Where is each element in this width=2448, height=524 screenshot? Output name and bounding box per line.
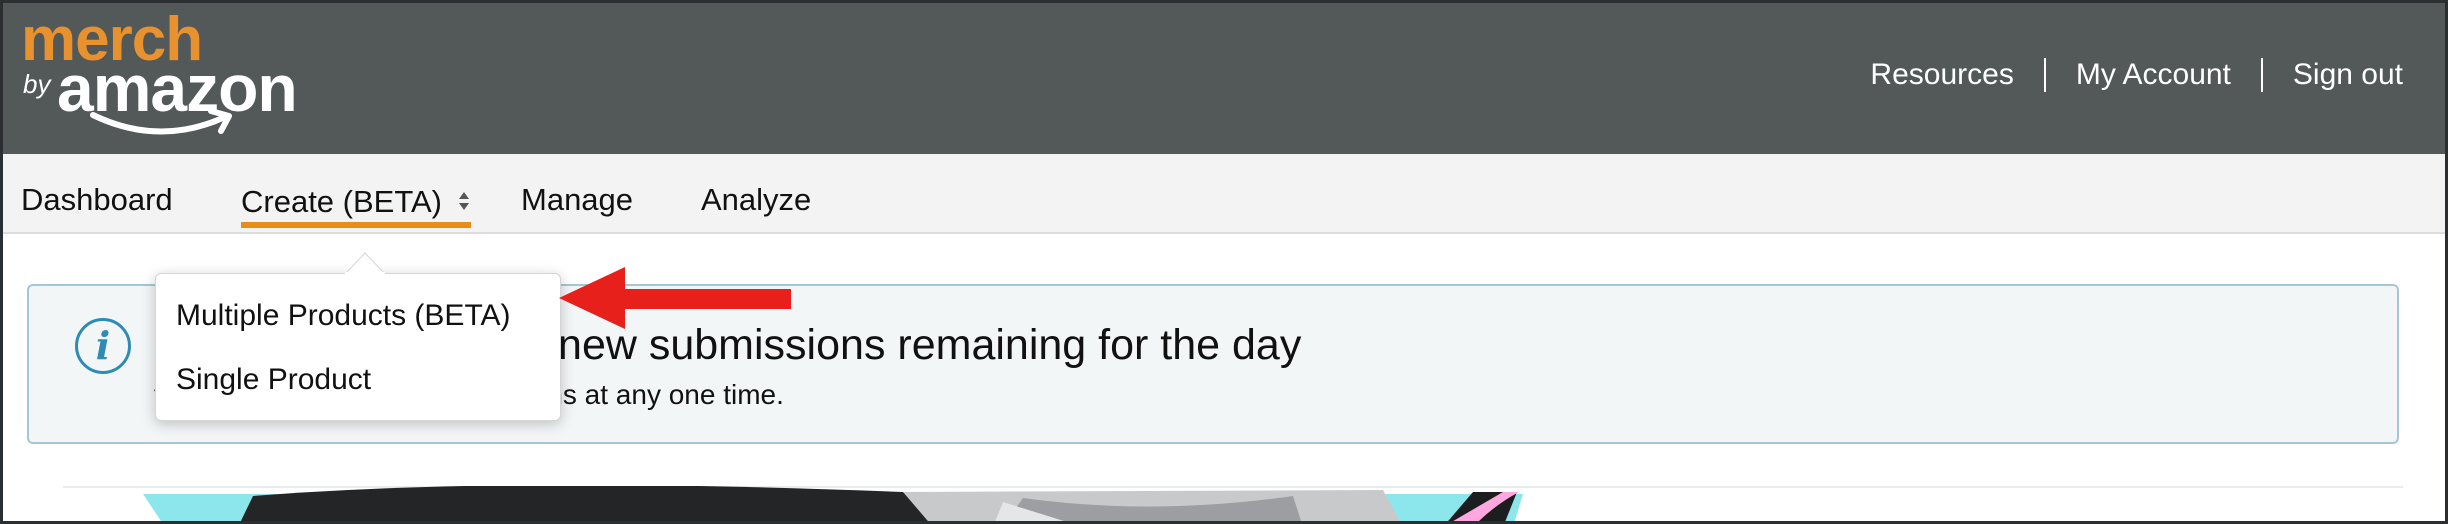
logo-by-text: by	[23, 69, 51, 99]
menu-item-single-product[interactable]: Single Product	[176, 362, 371, 398]
sort-arrows-icon	[458, 191, 469, 210]
amazon-smile-icon	[90, 108, 232, 135]
my-account-link[interactable]: My Account	[2076, 55, 2231, 95]
merch-by-amazon-logo[interactable]: merch by amazon	[21, 9, 298, 139]
info-icon: i	[75, 318, 131, 374]
top-header: merch by amazon Resources My Account Sig…	[3, 3, 2445, 154]
resources-link[interactable]: Resources	[1870, 55, 2013, 95]
sign-out-link[interactable]: Sign out	[2293, 55, 2403, 95]
tab-dashboard[interactable]: Dashboard	[21, 182, 173, 218]
tab-create-label: Create (BETA)	[241, 184, 442, 219]
hero-illustration-shapes	[143, 486, 1523, 521]
tab-manage[interactable]: Manage	[521, 182, 633, 218]
tab-analyze[interactable]: Analyze	[701, 182, 811, 218]
main-nav: Dashboard Create (BETA) Manage Analyze	[3, 154, 2445, 234]
header-divider	[2043, 58, 2046, 92]
red-arrow-annotation	[559, 267, 791, 329]
header-divider	[2260, 58, 2263, 92]
create-dropdown-menu: Multiple Products (BETA) Single Product	[155, 273, 561, 421]
header-links: Resources My Account Sign out	[1870, 55, 2403, 95]
tab-create[interactable]: Create (BETA)	[241, 184, 471, 228]
menu-item-multiple-products[interactable]: Multiple Products (BETA)	[176, 298, 511, 334]
dropdown-caret	[345, 252, 385, 275]
hero-illustration	[3, 486, 2445, 521]
app-window: merch by amazon Resources My Account Sig…	[0, 0, 2448, 524]
